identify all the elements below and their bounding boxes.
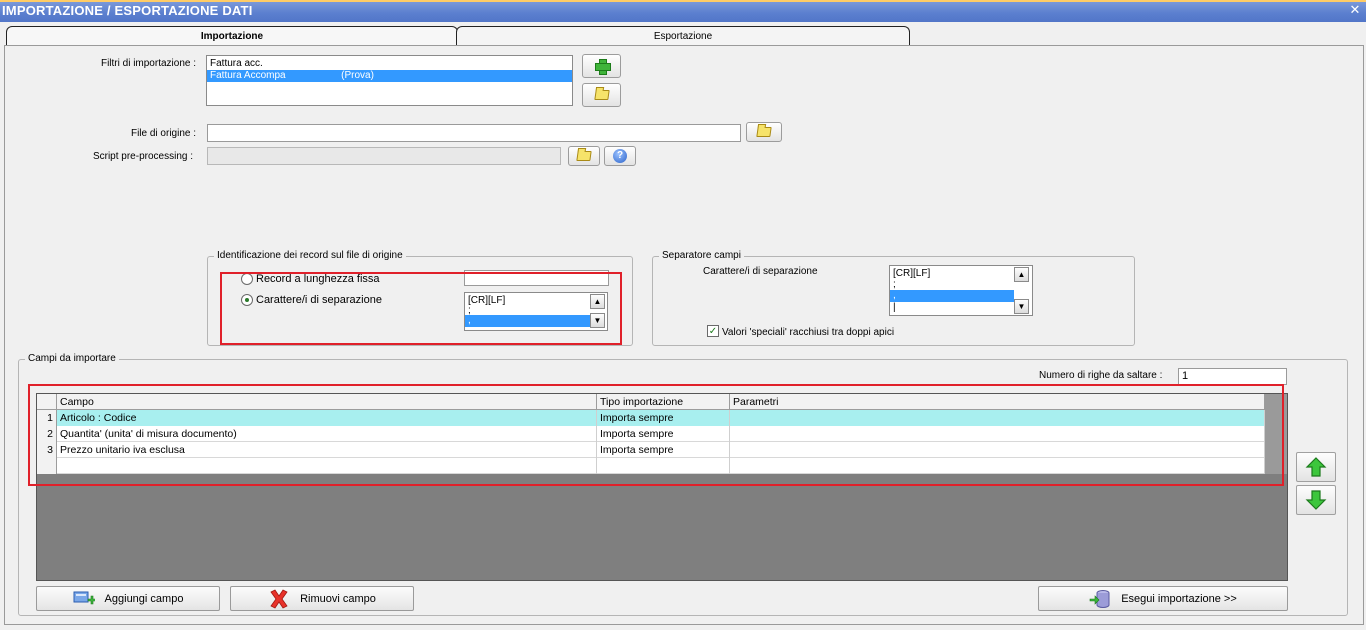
open-filter-button[interactable]	[582, 83, 621, 107]
folder-icon	[593, 90, 610, 100]
tab-esportazione-label: Esportazione	[653, 31, 713, 42]
move-up-button[interactable]	[1296, 452, 1336, 482]
tab-importazione-label: Importazione	[200, 31, 264, 42]
browse-source-button[interactable]	[746, 122, 782, 142]
separator-item[interactable]: [CR][LF]	[890, 268, 1032, 280]
filter-item[interactable]: Fattura acc.	[207, 58, 572, 70]
folder-icon	[756, 127, 772, 137]
plus-icon	[594, 59, 611, 75]
highlight-box-grid	[28, 384, 1284, 486]
browse-script-button[interactable]	[568, 146, 600, 166]
add-field-button[interactable]: Aggiungi campo	[36, 586, 220, 611]
folder-icon	[576, 151, 592, 161]
source-file-label: File di origine :	[130, 128, 196, 139]
script-input[interactable]	[207, 147, 561, 165]
window-title-bar: IMPORTAZIONE / ESPORTAZIONE DATI ✕	[0, 0, 1366, 22]
field-separator-title: Separatore campi	[659, 250, 744, 261]
close-icon[interactable]: ✕	[1348, 3, 1362, 17]
arrow-up-icon	[1305, 457, 1327, 477]
skip-rows-input[interactable]: 1	[1178, 368, 1287, 385]
arrow-down-icon	[1305, 490, 1327, 510]
remove-field-label: Rimuovi campo	[300, 592, 376, 605]
add-field-icon	[73, 591, 95, 604]
record-id-title: Identificazione dei record sul file di o…	[214, 250, 406, 261]
separator-item[interactable]: |	[890, 302, 1032, 314]
skip-rows-label: Numero di righe da saltare :	[1039, 370, 1163, 381]
database-import-icon	[1089, 589, 1110, 608]
script-label: Script pre-processing :	[92, 151, 193, 162]
script-help-button[interactable]: ?	[604, 146, 636, 166]
scroll-down-icon[interactable]: ▼	[1014, 299, 1029, 314]
filter-item-selected[interactable]: Fattura Accompa (Prova)	[207, 70, 572, 82]
filters-label: Filtri di importazione :	[100, 58, 196, 69]
fields-title: Campi da importare	[25, 353, 119, 364]
quoted-values-checkbox[interactable]: ✓	[707, 325, 719, 337]
move-down-button[interactable]	[1296, 485, 1336, 515]
tab-esportazione[interactable]: Esportazione	[456, 26, 910, 46]
remove-x-icon	[270, 588, 288, 609]
field-separator-listbox[interactable]: [CR][LF] ; , |	[889, 265, 1033, 316]
run-import-button[interactable]: Esegui importazione >>	[1038, 586, 1288, 611]
help-icon: ?	[613, 149, 627, 163]
highlight-box-separator	[220, 272, 622, 345]
separator-item-selected[interactable]: ,	[890, 290, 1014, 302]
scroll-up-icon[interactable]: ▲	[1014, 267, 1029, 282]
window-title: IMPORTAZIONE / ESPORTAZIONE DATI	[2, 3, 253, 18]
quoted-values-label: Valori 'speciali' racchiusi tra doppi ap…	[722, 327, 895, 338]
separator-item[interactable]: ;	[890, 280, 1032, 290]
add-filter-button[interactable]	[582, 54, 621, 78]
field-separator-label: Carattere/i di separazione	[703, 266, 818, 277]
tab-importazione[interactable]: Importazione	[6, 26, 458, 47]
run-import-label: Esegui importazione >>	[1121, 592, 1237, 605]
filters-listbox[interactable]: Fattura acc. Fattura Accompa (Prova)	[206, 55, 573, 106]
source-file-input[interactable]	[207, 124, 741, 142]
add-field-label: Aggiungi campo	[104, 592, 184, 605]
window-top-accent	[0, 0, 1366, 2]
remove-field-button[interactable]: Rimuovi campo	[230, 586, 414, 611]
